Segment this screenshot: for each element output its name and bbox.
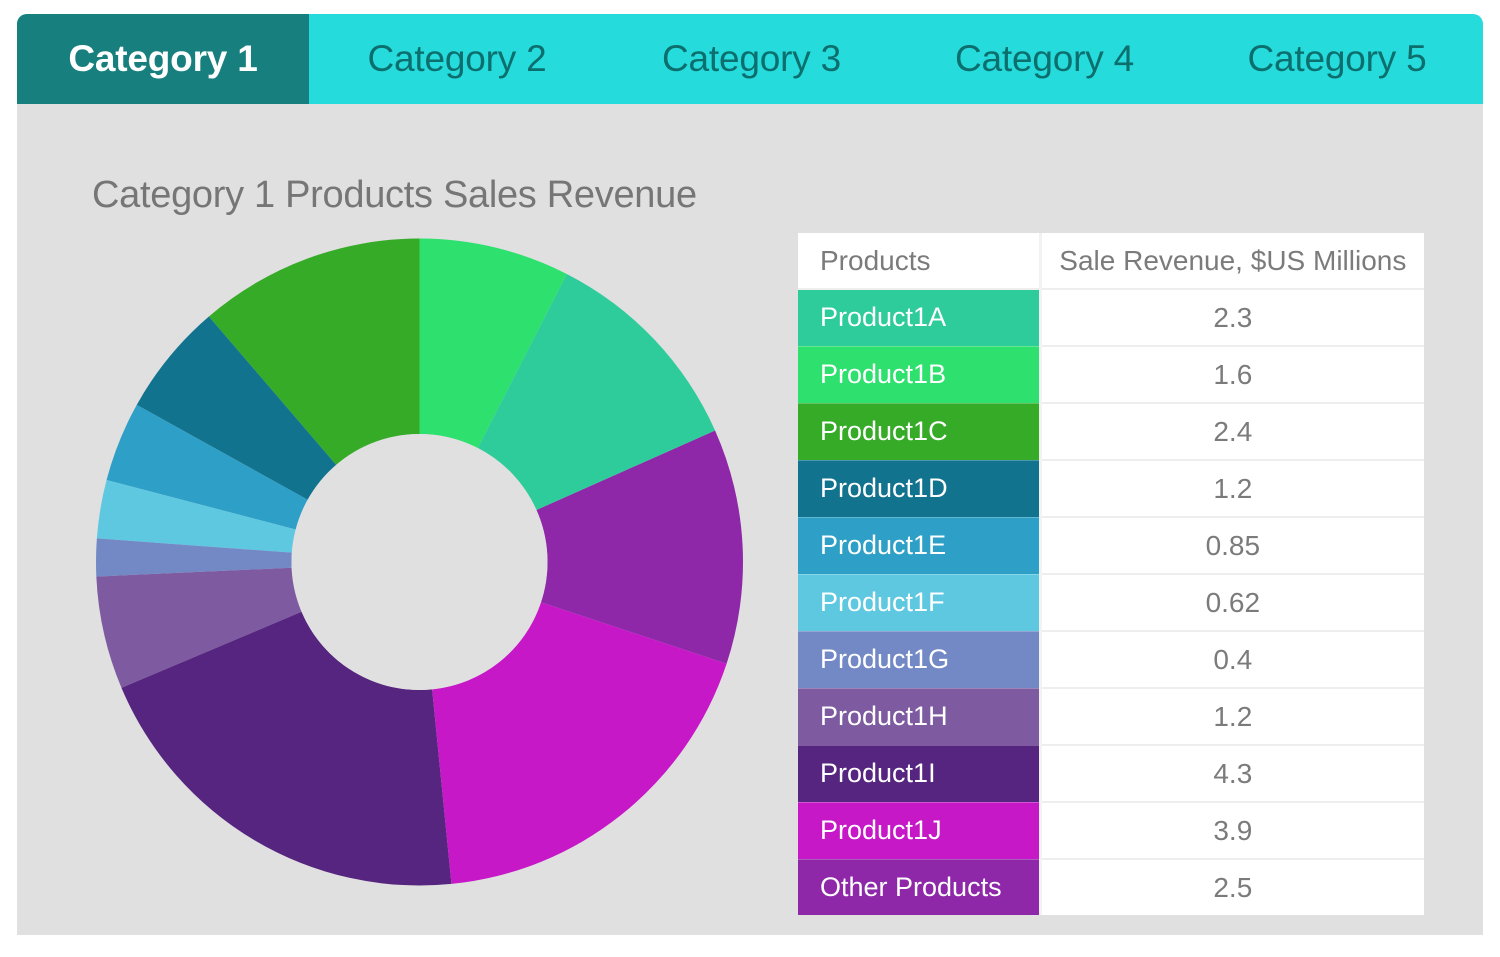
cell-product-name: Product1D [798, 460, 1040, 517]
cell-revenue-value: 1.2 [1040, 460, 1424, 517]
cell-product-name: Product1I [798, 745, 1040, 802]
tab-label: Category 3 [662, 38, 841, 80]
table-row: Product1J3.9 [798, 802, 1424, 859]
tab-category-2[interactable]: Category 2 [309, 14, 605, 104]
table-body: Product1A2.3Product1B1.6Product1C2.4Prod… [798, 289, 1424, 915]
cell-product-name: Product1H [798, 688, 1040, 745]
sales-revenue-table: Products Sale Revenue, $US Millions Prod… [798, 233, 1424, 915]
table-row: Product1B1.6 [798, 346, 1424, 403]
table-row: Other Products2.5 [798, 859, 1424, 915]
donut-chart-svg [78, 234, 762, 888]
table-head: Products Sale Revenue, $US Millions [798, 233, 1424, 289]
cell-revenue-value: 2.4 [1040, 403, 1424, 460]
table-row: Product1H1.2 [798, 688, 1424, 745]
tab-label: Category 4 [955, 38, 1134, 80]
table-row: Product1C2.4 [798, 403, 1424, 460]
cell-revenue-value: 2.3 [1040, 289, 1424, 346]
table-row: Product1D1.2 [798, 460, 1424, 517]
dashboard-root: Category 1 Category 2 Category 3 Categor… [0, 0, 1500, 957]
cell-product-name: Product1F [798, 574, 1040, 631]
cell-product-name: Product1B [798, 346, 1040, 403]
category-tab-bar: Category 1 Category 2 Category 3 Categor… [17, 14, 1483, 104]
cell-product-name: Product1E [798, 517, 1040, 574]
table-row: Product1I4.3 [798, 745, 1424, 802]
cell-product-name: Product1C [798, 403, 1040, 460]
cell-product-name: Product1J [798, 802, 1040, 859]
table-row: Product1A2.3 [798, 289, 1424, 346]
table-row: Product1G0.4 [798, 631, 1424, 688]
tab-category-4[interactable]: Category 4 [898, 14, 1191, 104]
column-header-products: Products [798, 233, 1040, 289]
tab-label: Category 1 [68, 38, 257, 80]
cell-revenue-value: 3.9 [1040, 802, 1424, 859]
cell-revenue-value: 0.4 [1040, 631, 1424, 688]
cell-product-name: Other Products [798, 859, 1040, 915]
donut-chart [78, 234, 762, 888]
table-row: Product1E0.85 [798, 517, 1424, 574]
tab-label: Category 2 [368, 38, 547, 80]
tab-category-5[interactable]: Category 5 [1191, 14, 1483, 104]
chart-title: Category 1 Products Sales Revenue [92, 174, 697, 217]
content-panel: Category 1 Products Sales Revenue Produc… [17, 104, 1483, 935]
cell-revenue-value: 1.6 [1040, 346, 1424, 403]
cell-revenue-value: 0.62 [1040, 574, 1424, 631]
cell-revenue-value: 1.2 [1040, 688, 1424, 745]
donut-center-hole [292, 434, 548, 690]
cell-product-name: Product1G [798, 631, 1040, 688]
tab-category-1[interactable]: Category 1 [17, 14, 309, 104]
tab-label: Category 5 [1248, 38, 1427, 80]
cell-revenue-value: 0.85 [1040, 517, 1424, 574]
cell-revenue-value: 4.3 [1040, 745, 1424, 802]
tab-category-3[interactable]: Category 3 [605, 14, 898, 104]
cell-revenue-value: 2.5 [1040, 859, 1424, 915]
cell-product-name: Product1A [798, 289, 1040, 346]
table-row: Product1F0.62 [798, 574, 1424, 631]
table-header-row: Products Sale Revenue, $US Millions [798, 233, 1424, 289]
column-header-revenue: Sale Revenue, $US Millions [1040, 233, 1424, 289]
